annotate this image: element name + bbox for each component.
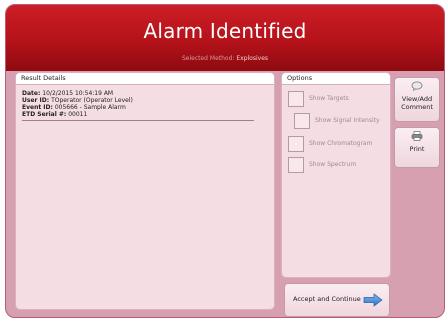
- app-window: Alarm Identified Selected Method: Explos…: [5, 4, 445, 318]
- view-add-label-line1: View/Add: [401, 95, 433, 103]
- divider: [22, 120, 254, 121]
- show-targets-label: Show Targets: [309, 95, 349, 102]
- user-id-value: TOperator (Operator Level): [51, 97, 133, 104]
- date-label: Date:: [22, 90, 41, 97]
- accept-and-continue-button[interactable]: Accept and Continue: [284, 283, 390, 317]
- print-button[interactable]: Print: [394, 127, 440, 168]
- result-row-event: Event ID: 005666 - Sample Alarm: [22, 104, 268, 111]
- result-details-panel: Result Details Date: 10/2/2015 10:54:19 …: [15, 72, 275, 310]
- result-row-serial: ETD Serial #: 00011: [22, 111, 268, 118]
- etd-serial-label: ETD Serial #:: [22, 111, 67, 118]
- show-spectrum-checkbox[interactable]: [288, 157, 304, 173]
- show-chromatogram-label: Show Chromatogram: [309, 140, 373, 147]
- options-panel: Options Show Targets Show Signal Intensi…: [281, 72, 391, 278]
- page-title: Alarm Identified: [143, 19, 307, 43]
- view-add-label-line2: Comment: [401, 103, 433, 111]
- show-chromatogram-checkbox[interactable]: [288, 136, 304, 152]
- view-add-comment-button[interactable]: View/Add Comment: [394, 77, 440, 122]
- result-details-title: Result Details: [16, 73, 274, 85]
- alarm-header: Alarm Identified Selected Method: Explos…: [6, 5, 444, 71]
- result-row-user: User ID: TOperator (Operator Level): [22, 97, 268, 104]
- event-id-value: 005666 - Sample Alarm: [54, 104, 126, 111]
- user-id-label: User ID:: [22, 97, 50, 104]
- show-targets-checkbox[interactable]: [288, 91, 304, 107]
- show-spectrum-label: Show Spectrum: [309, 161, 357, 168]
- event-id-label: Event ID:: [22, 104, 53, 111]
- speech-bubble-icon: [395, 81, 439, 94]
- result-details-body: Date: 10/2/2015 10:54:19 AM User ID: TOp…: [16, 85, 274, 126]
- result-row-date: Date: 10/2/2015 10:54:19 AM: [22, 90, 268, 97]
- accept-label: Accept and Continue: [293, 295, 361, 303]
- options-title: Options: [282, 73, 390, 85]
- printer-icon: [395, 131, 439, 144]
- etd-serial-value: 00011: [68, 111, 88, 118]
- date-value: 10/2/2015 10:54:19 AM: [42, 90, 114, 97]
- method-value: Explosives: [236, 55, 269, 62]
- selected-method: Selected Method: Explosives: [6, 55, 444, 62]
- show-signal-intensity-checkbox[interactable]: [294, 113, 310, 129]
- show-signal-intensity-label: Show Signal Intensity: [315, 117, 380, 124]
- method-label: Selected Method:: [181, 55, 235, 62]
- arrow-right-icon: [363, 293, 383, 307]
- print-label: Print: [409, 145, 425, 153]
